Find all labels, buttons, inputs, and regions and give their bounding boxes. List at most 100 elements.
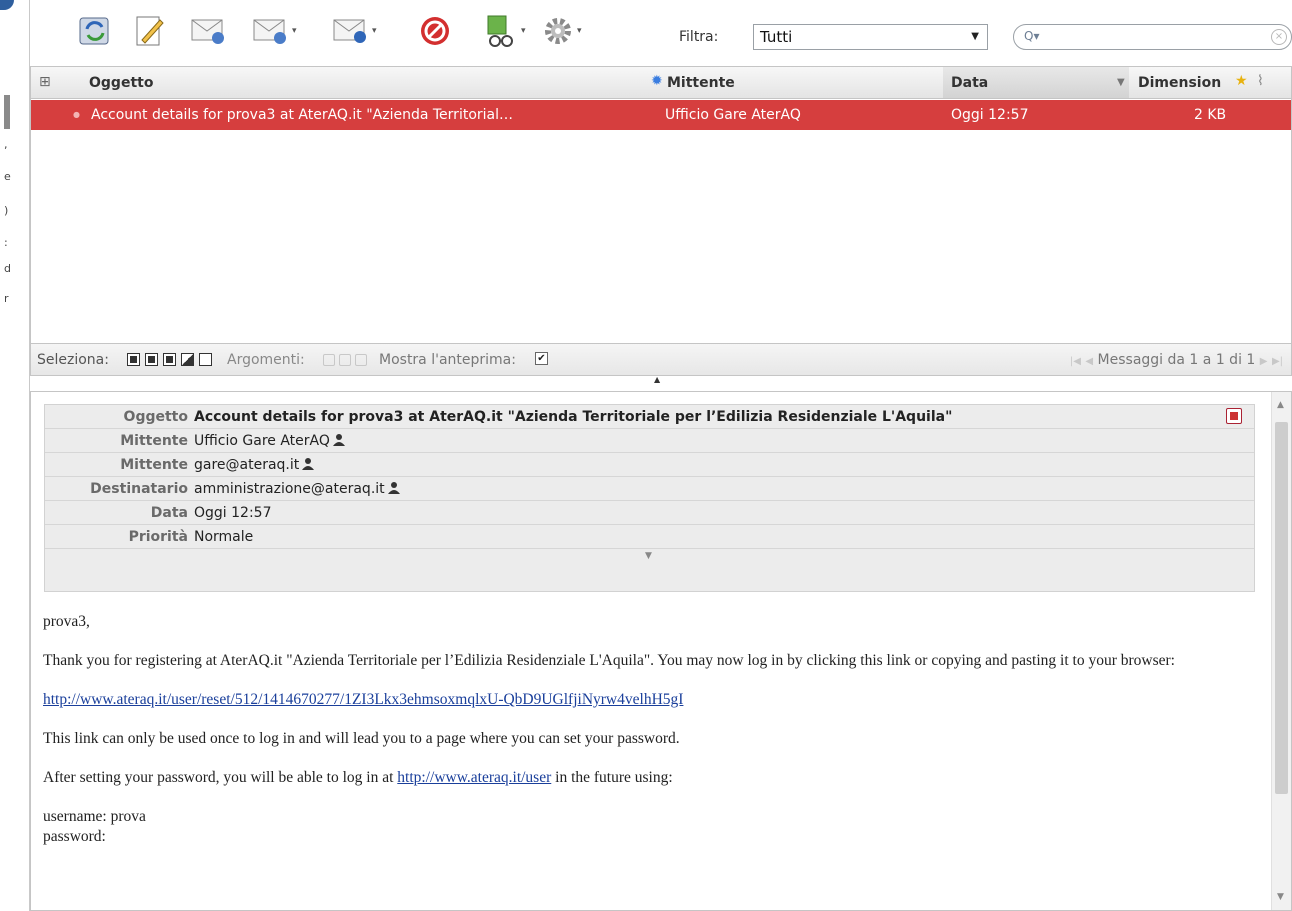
- pane-splitter[interactable]: ▲: [30, 375, 1292, 391]
- next-page-icon[interactable]: ▶: [1260, 356, 1268, 367]
- preview-label: Mostra l'anteprima:: [379, 352, 516, 368]
- app-logo-corner: [0, 0, 14, 10]
- settings-icon[interactable]: ▾: [541, 13, 582, 49]
- body-greeting: prova3,: [43, 613, 90, 630]
- header-row-from-address: Mittente gare@ateraq.it: [45, 453, 1254, 477]
- body-password: password:: [43, 828, 106, 845]
- left-panel-fragment: r: [4, 292, 9, 305]
- message-body: prova3, Thank you for registering at Ate…: [43, 612, 1253, 847]
- refresh-icon[interactable]: [78, 13, 112, 49]
- invert-selection-icon[interactable]: [181, 353, 194, 366]
- compose-icon[interactable]: [134, 13, 166, 49]
- header-label: Mittente: [120, 457, 188, 473]
- prev-page-icon[interactable]: ◀: [1085, 356, 1093, 367]
- header-label: Oggetto: [123, 409, 188, 425]
- body-paragraph: Thank you for registering at AterAQ.it "…: [43, 652, 1175, 669]
- chevron-down-icon[interactable]: ▾: [521, 26, 526, 36]
- header-row-date: Data Oggi 12:57: [45, 501, 1254, 525]
- chevron-down-icon[interactable]: ▾: [577, 26, 582, 36]
- header-value: Account details for prova3 at AterAQ.it …: [194, 409, 953, 425]
- chevron-down-icon[interactable]: ▼: [645, 551, 652, 561]
- select-unread-icon[interactable]: [163, 353, 176, 366]
- scrollbar-thumb[interactable]: [1275, 422, 1288, 794]
- body-paragraph: After setting your password, you will be…: [43, 768, 1253, 788]
- body-username: username: prova: [43, 808, 146, 825]
- header-label: Data: [150, 505, 188, 521]
- unread-dot-icon: ●: [73, 110, 80, 119]
- header-value: Normale: [194, 529, 254, 545]
- table-row[interactable]: ● Account details for prova3 at AterAQ.i…: [31, 100, 1291, 130]
- header-value-text: gare@ateraq.it: [194, 457, 300, 473]
- reply-icon[interactable]: [190, 13, 228, 49]
- collapse-threads-icon: [355, 354, 367, 366]
- left-panel-fragment: d: [4, 262, 11, 275]
- star-icon[interactable]: ★: [1235, 73, 1248, 89]
- attachment-icon[interactable]: ⌇: [1257, 73, 1264, 89]
- row-sender: Ufficio Gare AterAQ: [665, 107, 801, 123]
- header-row-from: Mittente Ufficio Gare AterAQ: [45, 429, 1254, 453]
- contact-icon[interactable]: [387, 481, 400, 494]
- expand-all-threads-icon: [339, 354, 351, 366]
- header-value: Ufficio Gare AterAQ: [194, 433, 345, 449]
- filter-select-value: Tutti: [760, 28, 793, 46]
- sort-desc-icon: ▼: [1117, 77, 1125, 88]
- expand-headers-toggle[interactable]: ▼: [45, 549, 1254, 569]
- delete-icon[interactable]: [418, 13, 452, 49]
- select-all-icon[interactable]: [127, 353, 140, 366]
- contact-icon[interactable]: [302, 457, 315, 470]
- last-page-icon[interactable]: ▶|: [1272, 356, 1283, 367]
- splitter-handle-icon[interactable]: ▲: [654, 375, 660, 384]
- left-panel-scroll-thumb[interactable]: [4, 95, 10, 129]
- header-value: Oggi 12:57: [194, 505, 272, 521]
- column-header-sender[interactable]: Mittente: [667, 75, 735, 91]
- row-size: 2 KB: [1194, 107, 1227, 123]
- threads-label: Argomenti:: [227, 352, 305, 368]
- scroll-up-icon[interactable]: ▲: [1277, 400, 1284, 410]
- first-page-icon[interactable]: |◀: [1070, 356, 1081, 367]
- open-in-window-icon[interactable]: [1226, 408, 1242, 424]
- chevron-down-icon[interactable]: ▾: [372, 26, 377, 36]
- forward-icon[interactable]: ▾: [332, 13, 377, 49]
- list-footer: Seleziona: Argomenti: Mostra l'anteprima…: [31, 343, 1291, 375]
- message-list: ⊞ Oggetto ✹ Mittente Data ▼ Dimension ★ …: [30, 66, 1292, 376]
- header-label: Destinatario: [90, 481, 188, 497]
- column-header-date[interactable]: Data: [951, 75, 988, 91]
- select-none-icon[interactable]: [199, 353, 212, 366]
- column-header-subject[interactable]: Oggetto: [89, 75, 153, 91]
- chevron-down-icon[interactable]: ▾: [292, 26, 297, 36]
- contact-icon[interactable]: [332, 433, 345, 446]
- header-value: amministrazione@ateraq.it: [194, 481, 400, 497]
- select-current-page-icon[interactable]: [145, 353, 158, 366]
- preview-checkbox[interactable]: ✔: [535, 352, 548, 365]
- header-value-text: amministrazione@ateraq.it: [194, 481, 385, 497]
- mark-icon[interactable]: ▾: [485, 13, 526, 49]
- reset-password-link[interactable]: http://www.ateraq.it/user/reset/512/1414…: [43, 691, 683, 708]
- user-login-link[interactable]: http://www.ateraq.it/user: [397, 769, 551, 786]
- clear-search-icon[interactable]: ×: [1271, 29, 1287, 45]
- column-header-size[interactable]: Dimension: [1138, 75, 1221, 91]
- thread-toggle-icon[interactable]: ⊞: [39, 74, 51, 90]
- flag-column-icon[interactable]: ✹: [651, 73, 663, 89]
- header-value: gare@ateraq.it: [194, 457, 315, 473]
- toolbar: ▾ ▾ ▾ ▾ Filtra: Tutti ▼ Q▾ ×: [30, 0, 1292, 62]
- filter-select[interactable]: Tutti ▼: [753, 24, 988, 50]
- row-subject: Account details for prova3 at AterAQ.it …: [91, 107, 513, 123]
- scroll-down-icon[interactable]: ▼: [1277, 892, 1284, 902]
- reply-all-icon[interactable]: ▾: [252, 13, 297, 49]
- search-input[interactable]: Q▾ ×: [1013, 24, 1292, 50]
- header-label: Priorità: [128, 529, 188, 545]
- filter-label: Filtra:: [679, 29, 719, 45]
- pager-text: Messaggi da 1 a 1 di 1: [1097, 352, 1256, 368]
- left-panel-fragment: ): [4, 204, 9, 217]
- left-panel-fragment: e: [4, 170, 11, 183]
- row-date: Oggi 12:57: [951, 107, 1029, 123]
- header-row-subject: Oggetto Account details for prova3 at At…: [45, 405, 1254, 429]
- list-header: ⊞ Oggetto ✹ Mittente Data ▼ Dimension ★ …: [31, 67, 1291, 99]
- body-paragraph: This link can only be used once to log i…: [43, 730, 680, 747]
- preview-scrollbar[interactable]: ▲ ▼: [1271, 392, 1291, 910]
- search-icon[interactable]: Q▾: [1024, 29, 1039, 43]
- select-label: Seleziona:: [37, 352, 109, 368]
- header-row-to: Destinatario amministrazione@ateraq.it: [45, 477, 1254, 501]
- body-text: After setting your password, you will be…: [43, 769, 394, 786]
- left-panel-fragment: :: [4, 236, 8, 249]
